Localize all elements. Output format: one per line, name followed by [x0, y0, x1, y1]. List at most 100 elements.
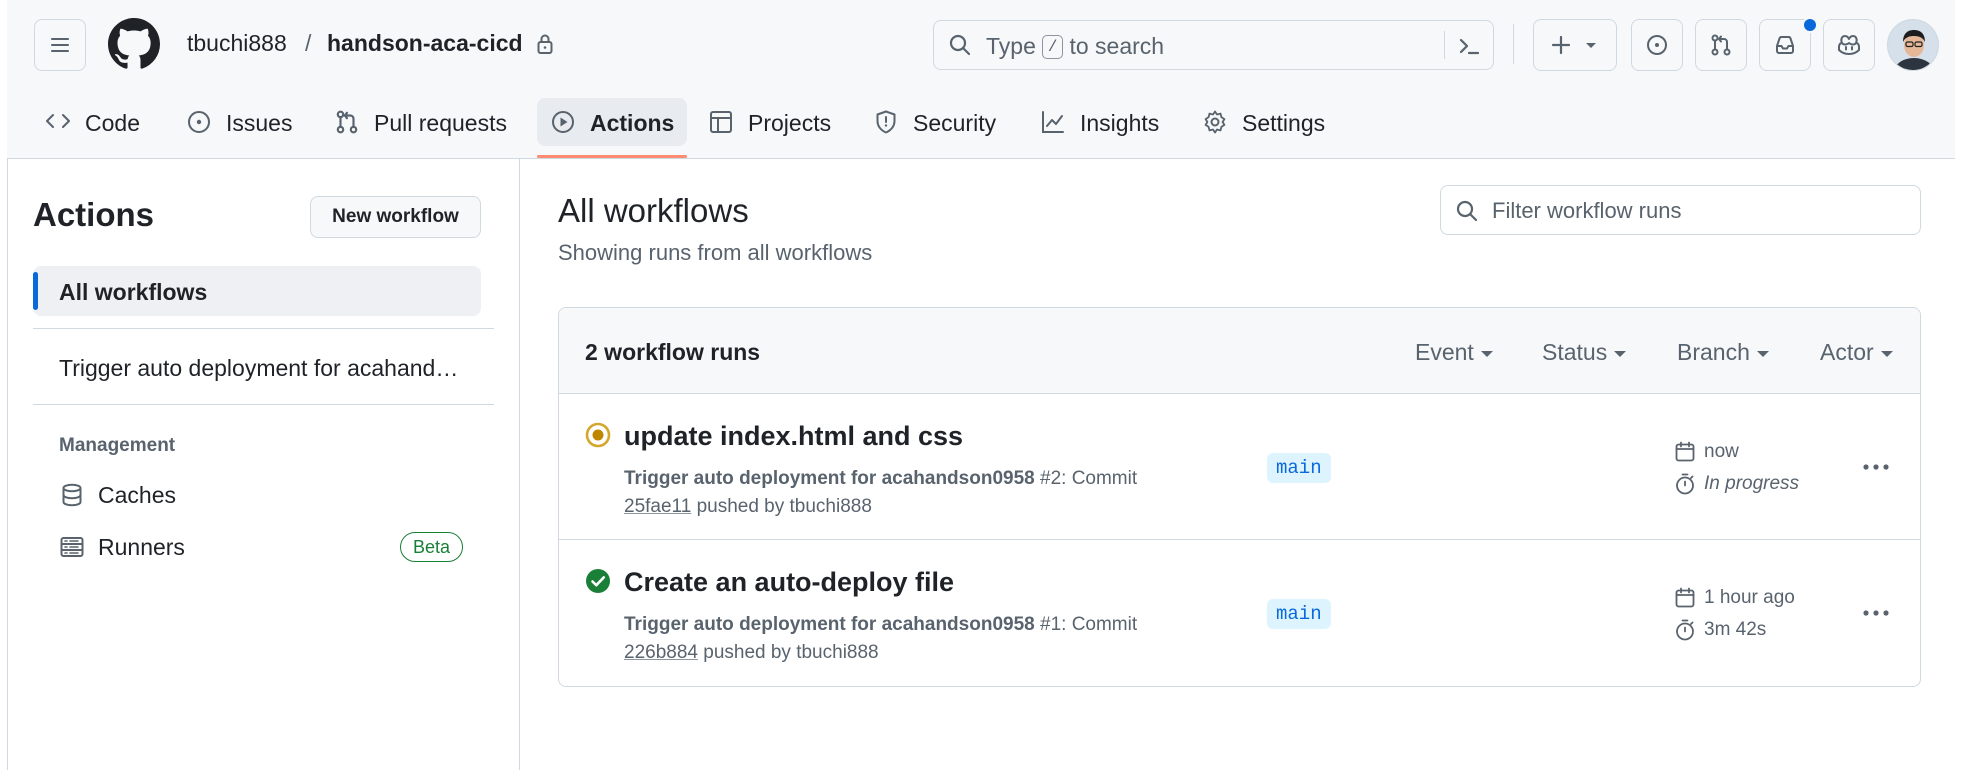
- sidebar-separator: [519, 159, 520, 770]
- run-workflow-name[interactable]: Trigger auto deployment for acahandson09…: [624, 614, 1035, 635]
- beta-badge: Beta: [400, 532, 464, 562]
- breadcrumb-repo[interactable]: handson-aca-cicd: [327, 30, 523, 57]
- plus-icon: [1551, 35, 1571, 55]
- run-number: #2: Commit: [1040, 468, 1138, 489]
- filter-label: Status: [1542, 339, 1608, 365]
- actor-filter-dropdown[interactable]: Actor: [1820, 339, 1893, 366]
- graph-icon: [1042, 111, 1064, 133]
- branch-filter-dropdown[interactable]: Branch: [1677, 339, 1769, 366]
- tab-label: Projects: [748, 110, 832, 136]
- branch-badge[interactable]: main: [1267, 453, 1331, 483]
- run-title[interactable]: Create an auto-deploy file: [624, 567, 954, 598]
- github-logo[interactable]: [108, 18, 160, 70]
- runs-count: 2 workflow runs: [585, 339, 761, 365]
- tab-label: Issues: [226, 110, 293, 136]
- sidebar-item-caches[interactable]: Caches: [59, 477, 176, 513]
- new-workflow-button[interactable]: New workflow: [310, 196, 481, 238]
- your-pull-requests-button[interactable]: [1695, 19, 1747, 71]
- calendar-icon: [1675, 441, 1695, 462]
- filter-placeholder: Filter workflow runs: [1492, 198, 1682, 223]
- run-options-button[interactable]: [1859, 454, 1893, 480]
- gear-icon: [1204, 110, 1226, 134]
- header-divider: [1513, 24, 1514, 64]
- status-filter-dropdown[interactable]: Status: [1542, 339, 1627, 366]
- server-icon: [60, 537, 84, 557]
- filter-label: Actor: [1820, 339, 1874, 365]
- active-indicator: [33, 272, 38, 310]
- menu-button[interactable]: [34, 19, 86, 71]
- code-icon: [46, 114, 70, 128]
- search-input[interactable]: Type / to search: [933, 20, 1494, 70]
- run-timestamp: now: [1674, 441, 1739, 463]
- run-options-button[interactable]: [1859, 600, 1893, 626]
- sidebar-title: Actions: [33, 196, 155, 233]
- active-tab-underline: [537, 155, 688, 158]
- inbox-icon: [1776, 36, 1794, 54]
- run-pushed-by: pushed by tbuchi888: [696, 496, 872, 517]
- page-left-border: [7, 159, 8, 770]
- tab-code[interactable]: Code: [45, 98, 140, 158]
- tab-label: Actions: [590, 110, 675, 136]
- search-prefix: Type: [986, 33, 1036, 59]
- run-timestamp: 1 hour ago: [1674, 587, 1795, 609]
- commit-sha-link[interactable]: 226b884: [624, 642, 698, 663]
- tab-label: Insights: [1080, 110, 1160, 136]
- filter-workflow-runs-input[interactable]: Filter workflow runs: [1440, 185, 1921, 235]
- sidebar-item-workflow[interactable]: Trigger auto deployment for acahandson09…: [59, 355, 467, 382]
- run-commit-info: 226b884 pushed by tbuchi888: [624, 642, 879, 664]
- run-time-text: now: [1704, 441, 1739, 462]
- run-workflow-name[interactable]: Trigger auto deployment for acahandson09…: [624, 468, 1035, 489]
- github-mark-icon: [108, 18, 160, 69]
- commit-sha-link[interactable]: 25fae11: [624, 496, 691, 517]
- tab-projects[interactable]: Projects: [708, 98, 831, 158]
- tab-settings[interactable]: Settings: [1202, 98, 1325, 158]
- sidebar-section-heading: Management: [59, 435, 176, 456]
- run-duration-text: In progress: [1704, 473, 1800, 494]
- tab-label: Code: [85, 110, 140, 136]
- search-suffix: to search: [1069, 33, 1165, 59]
- git-pull-request-icon: [336, 110, 358, 134]
- tab-security[interactable]: Security: [873, 98, 996, 158]
- terminal-icon: [1459, 38, 1480, 55]
- tab-label: Security: [913, 110, 997, 136]
- run-title[interactable]: update index.html and css: [624, 421, 963, 452]
- command-palette-button[interactable]: [1456, 33, 1482, 59]
- tab-issues[interactable]: Issues: [186, 98, 292, 158]
- tab-insights[interactable]: Insights: [1040, 98, 1159, 158]
- create-new-button[interactable]: [1533, 19, 1617, 71]
- issue-opened-icon: [1647, 35, 1667, 55]
- triangle-down-icon: [1586, 43, 1596, 48]
- tab-pull-requests[interactable]: Pull requests: [334, 98, 507, 158]
- workflow-run-row[interactable]: update index.html and css Trigger auto d…: [559, 394, 1920, 540]
- kebab-horizontal-icon: [1863, 464, 1889, 470]
- kebab-horizontal-icon: [1863, 610, 1889, 616]
- search-shortcut-key: /: [1041, 34, 1064, 59]
- run-duration: 3m 42s: [1674, 619, 1766, 641]
- run-number: #1: Commit: [1040, 614, 1138, 635]
- lock-icon: [537, 34, 553, 54]
- avatar[interactable]: [1887, 19, 1939, 71]
- stopwatch-icon: [1676, 473, 1694, 495]
- sidebar-item-all-workflows[interactable]: All workflows: [33, 266, 481, 316]
- tab-actions[interactable]: Actions: [537, 98, 688, 158]
- caret-down-icon: [1480, 351, 1493, 357]
- page-subtitle: Showing runs from all workflows: [558, 240, 873, 265]
- tab-label: Settings: [1242, 110, 1326, 136]
- check-circle-fill-icon: [586, 569, 610, 593]
- git-pull-request-icon: [1711, 34, 1731, 56]
- shield-icon: [876, 110, 896, 134]
- workflow-run-row[interactable]: Create an auto-deploy file Trigger auto …: [559, 540, 1920, 686]
- search-placeholder: Type / to search: [986, 33, 1164, 60]
- run-duration-text: 3m 42s: [1704, 619, 1767, 640]
- branch-badge[interactable]: main: [1267, 599, 1331, 629]
- tab-label: Pull requests: [374, 110, 507, 136]
- your-issues-button[interactable]: [1631, 19, 1683, 71]
- copilot-button[interactable]: [1823, 19, 1875, 71]
- breadcrumb-owner[interactable]: tbuchi888: [187, 30, 287, 57]
- copilot-icon: [1838, 35, 1860, 55]
- caret-down-icon: [1614, 351, 1627, 357]
- event-filter-dropdown[interactable]: Event: [1415, 339, 1493, 366]
- sidebar-item-runners[interactable]: Runners: [59, 529, 185, 565]
- filter-label: Branch: [1677, 339, 1750, 365]
- in-progress-status-icon: [585, 422, 611, 448]
